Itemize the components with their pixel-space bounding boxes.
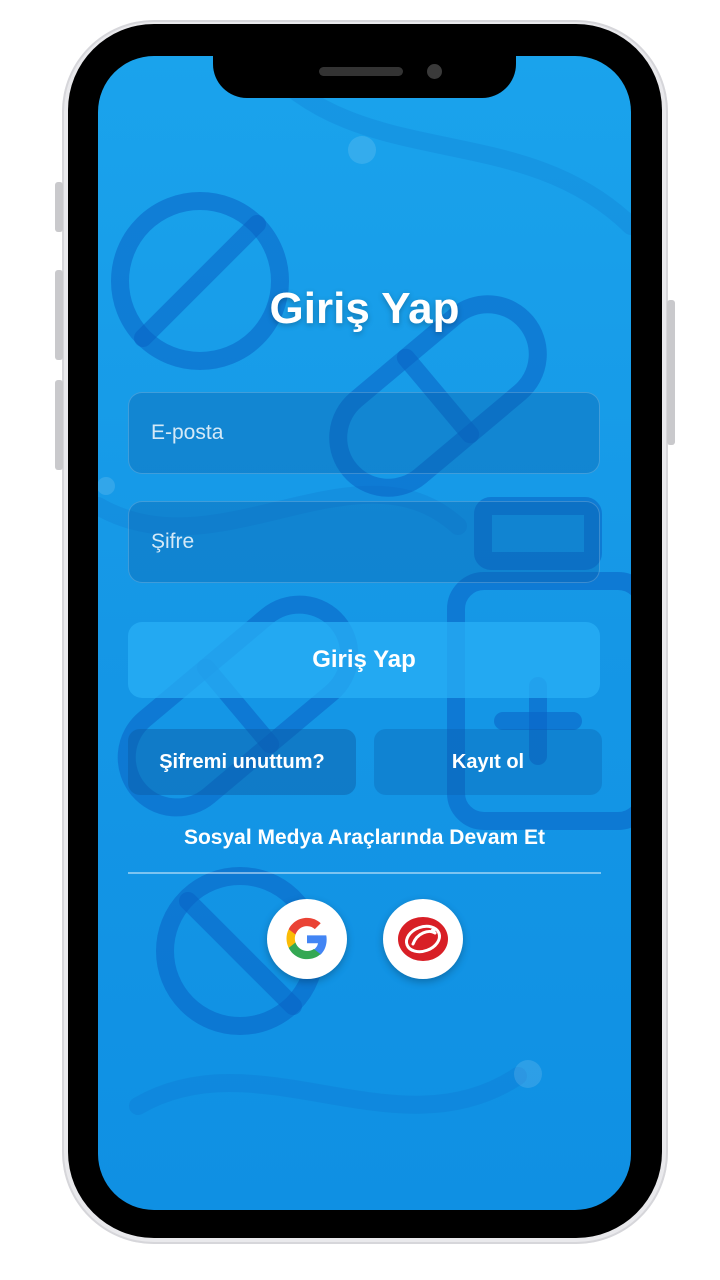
page-title: Giriş Yap — [269, 284, 460, 333]
side-button-volume-down — [55, 380, 63, 470]
social-login-heading: Sosyal Medya Araçlarında Devam Et — [183, 826, 546, 849]
side-button-mute — [55, 182, 63, 232]
email-input[interactable] — [129, 393, 599, 473]
login-button[interactable]: Giriş Yap — [128, 622, 600, 698]
password-field[interactable] — [128, 501, 600, 583]
e-devlet-login-button[interactable] — [383, 899, 463, 979]
forgot-password-button[interactable]: Şifremi unuttum? — [128, 729, 356, 795]
app-screen: Giriş Yap Giriş Yap Şifremi unuttum? Kay… — [98, 56, 631, 1210]
e-devlet-icon — [398, 917, 448, 961]
password-input[interactable] — [129, 502, 599, 582]
side-button-volume-up — [55, 270, 63, 360]
google-icon — [286, 917, 327, 960]
google-login-button[interactable] — [267, 899, 347, 979]
front-camera — [427, 64, 442, 79]
phone-notch — [213, 24, 516, 98]
email-field[interactable] — [128, 392, 600, 474]
divider — [128, 872, 601, 874]
side-button-power — [667, 300, 675, 445]
speaker-grille — [319, 67, 403, 76]
register-button[interactable]: Kayıt ol — [374, 729, 602, 795]
